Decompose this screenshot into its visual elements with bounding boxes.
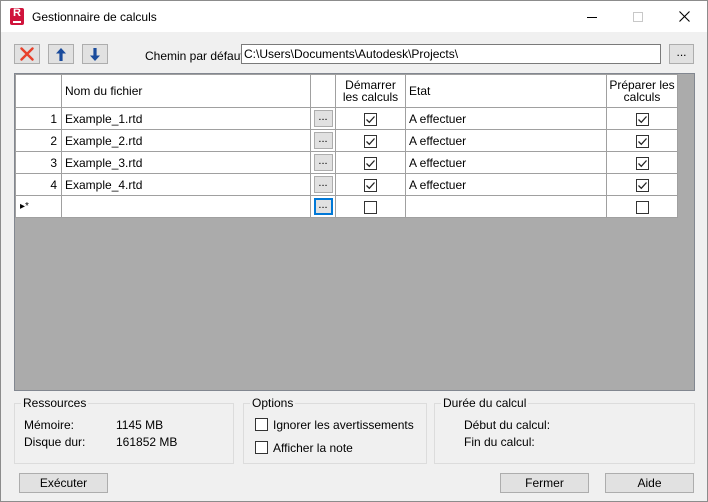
options-group: Options Ignorer les avertissements Affic… <box>243 396 427 464</box>
prepare-checkbox[interactable] <box>635 156 649 170</box>
calc-start-label: Début du calcul: <box>464 418 551 432</box>
filename-cell[interactable]: Example_2.rtd <box>61 129 311 152</box>
row-browse-button[interactable]: ... <box>313 154 333 171</box>
table-row: 4 Example_4.rtd ... A effectuer <box>15 173 678 196</box>
new-filename-cell[interactable] <box>61 195 311 218</box>
duration-title: Durée du calcul <box>441 396 529 410</box>
row-browse-button[interactable]: ... <box>313 132 333 149</box>
title-bar: R Gestionnaire de calculs <box>1 1 707 32</box>
window-title: Gestionnaire de calculs <box>32 10 157 24</box>
delete-icon <box>20 47 34 61</box>
revit-app-icon: R <box>10 7 24 25</box>
calculation-manager-window: R Gestionnaire de calculs Chemin par déf… <box>0 0 708 502</box>
column-header-prepare[interactable]: Préparer les calculs <box>606 74 678 108</box>
arrow-down-icon <box>90 47 100 61</box>
column-header-status[interactable]: Etat <box>405 74 607 108</box>
arrow-up-icon <box>56 47 66 61</box>
new-row-browse-button[interactable]: ... <box>313 198 333 215</box>
row-header-corner <box>15 74 62 108</box>
maximize-icon <box>633 11 643 22</box>
checkmark-icon <box>366 181 375 189</box>
start-checkbox[interactable] <box>364 156 377 170</box>
memory-value: 1145 MB <box>116 418 164 432</box>
start-header-line2: les calculs <box>342 90 399 104</box>
new-table-row: ▸* ... <box>15 195 678 218</box>
new-start-checkbox[interactable] <box>364 200 377 214</box>
calc-end-label: Fin du calcul: <box>464 435 535 449</box>
checkmark-icon <box>366 159 375 167</box>
status-header-label: Etat <box>409 84 431 98</box>
delete-row-button[interactable] <box>14 44 40 64</box>
row-number[interactable]: 1 <box>15 107 62 130</box>
new-prepare-checkbox[interactable] <box>635 200 649 214</box>
help-button[interactable]: Aide <box>605 473 694 493</box>
start-checkbox[interactable] <box>364 134 377 148</box>
filename-cell[interactable]: Example_3.rtd <box>61 151 311 174</box>
ignore-warnings-label[interactable]: Ignorer les avertissements <box>273 418 414 432</box>
options-title: Options <box>250 396 296 410</box>
disk-value: 161852 MB <box>116 435 178 449</box>
resources-title: Ressources <box>21 396 89 410</box>
resources-group: Ressources Mémoire: 1145 MB Disque dur: … <box>14 396 234 464</box>
table-row: 3 Example_3.rtd ... A effectuer <box>15 151 678 174</box>
default-path-input[interactable] <box>241 44 661 64</box>
show-note-checkbox[interactable] <box>255 441 268 454</box>
table-row: 2 Example_2.rtd ... A effectuer <box>15 129 678 152</box>
move-up-button[interactable] <box>48 44 74 64</box>
filename-cell[interactable]: Example_1.rtd <box>61 107 311 130</box>
close-icon <box>678 11 690 22</box>
maximize-button[interactable] <box>615 1 661 32</box>
duration-group: Durée du calcul Début du calcul: Fin du … <box>434 396 695 464</box>
checkmark-icon <box>637 115 647 123</box>
move-down-button[interactable] <box>82 44 108 64</box>
column-header-filename[interactable]: Nom du fichier <box>61 74 311 108</box>
checkmark-icon <box>637 159 647 167</box>
prepare-checkbox[interactable] <box>635 178 649 192</box>
filename-header-label: Nom du fichier <box>65 84 143 98</box>
status-cell[interactable]: A effectuer <box>405 151 607 174</box>
browse-path-button[interactable]: ... <box>669 44 694 64</box>
default-path-label: Chemin par défaut <box>145 49 244 63</box>
memory-label: Mémoire: <box>24 418 75 432</box>
grid-header-row: Nom du fichier Démarrer les calculs Etat… <box>15 74 678 108</box>
minimize-icon <box>587 16 597 18</box>
checkmark-icon <box>366 137 375 145</box>
status-cell[interactable]: A effectuer <box>405 129 607 152</box>
checkmark-icon <box>637 181 647 189</box>
close-window-button[interactable] <box>661 1 707 32</box>
row-number[interactable]: 3 <box>15 151 62 174</box>
column-header-start[interactable]: Démarrer les calculs <box>335 74 406 108</box>
row-number[interactable]: 2 <box>15 129 62 152</box>
calculations-grid: Nom du fichier Démarrer les calculs Etat… <box>14 73 695 391</box>
execute-button[interactable]: Exécuter <box>19 473 108 493</box>
row-number[interactable]: 4 <box>15 173 62 196</box>
show-note-label[interactable]: Afficher la note <box>273 441 353 455</box>
status-cell[interactable]: A effectuer <box>405 107 607 130</box>
status-cell[interactable]: A effectuer <box>405 173 607 196</box>
start-checkbox[interactable] <box>364 112 377 126</box>
prepare-checkbox[interactable] <box>635 134 649 148</box>
row-browse-button[interactable]: ... <box>313 176 333 193</box>
new-status-cell[interactable] <box>405 195 607 218</box>
column-header-browse[interactable] <box>310 74 336 108</box>
row-browse-button[interactable]: ... <box>313 110 333 127</box>
disk-label: Disque dur: <box>24 435 86 449</box>
calculations-table: Nom du fichier Démarrer les calculs Etat… <box>15 74 678 218</box>
prepare-checkbox[interactable] <box>635 112 649 126</box>
app-icon-letter: R <box>13 7 21 19</box>
minimize-button[interactable] <box>569 1 615 32</box>
checkmark-icon <box>637 137 647 145</box>
prepare-header-line2: calculs <box>623 90 661 104</box>
close-button[interactable]: Fermer <box>500 473 589 493</box>
checkmark-icon <box>366 115 375 123</box>
start-checkbox[interactable] <box>364 178 377 192</box>
table-row: 1 Example_1.rtd ... A effectuer <box>15 107 678 130</box>
new-row-marker[interactable]: ▸* <box>15 195 62 218</box>
filename-cell[interactable]: Example_4.rtd <box>61 173 311 196</box>
ignore-warnings-checkbox[interactable] <box>255 418 268 431</box>
